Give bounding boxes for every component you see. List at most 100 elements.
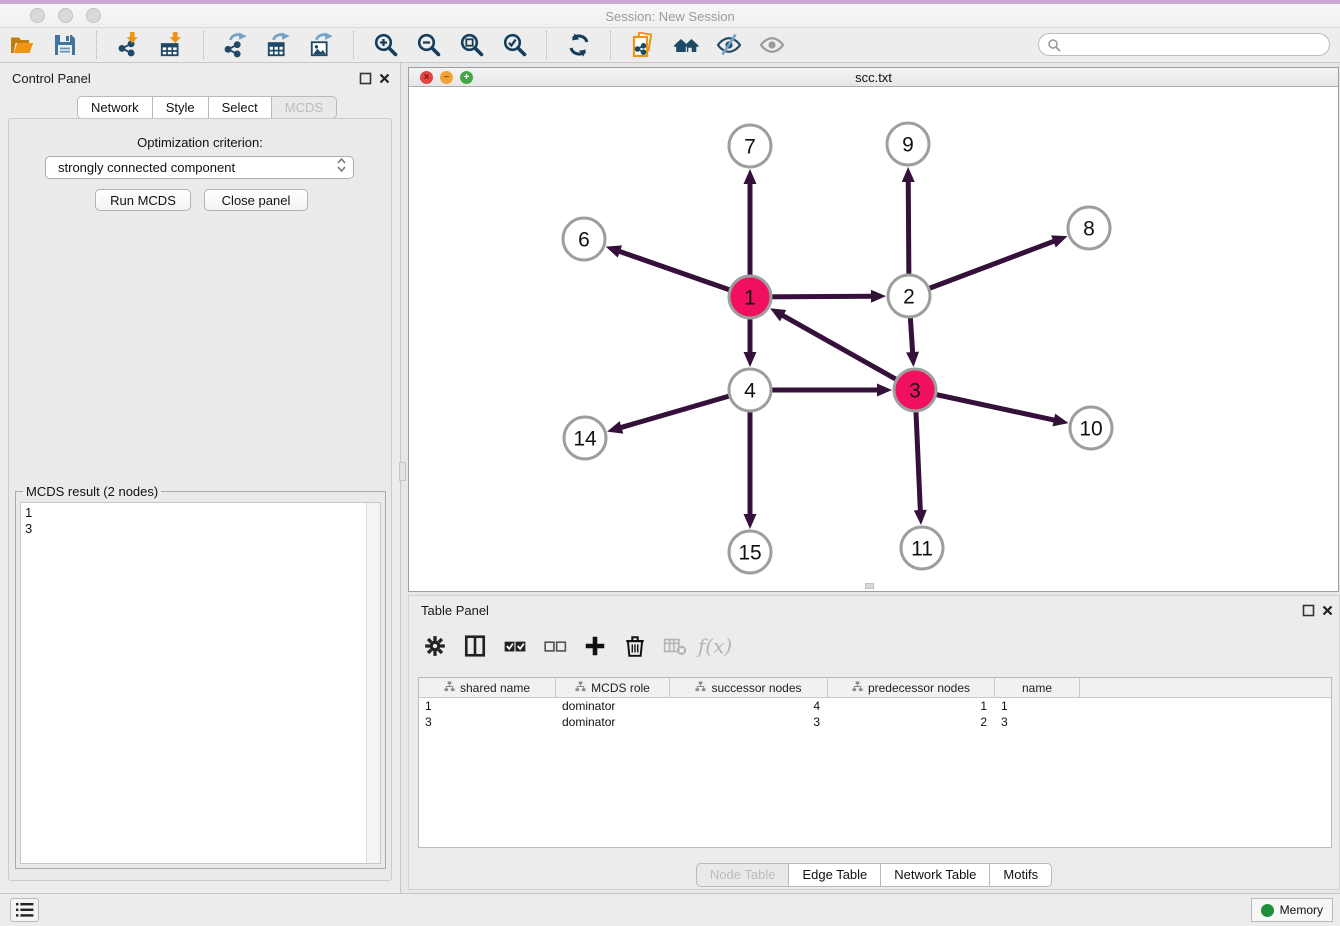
tab-style[interactable]: Style (153, 96, 209, 119)
refresh-view-icon[interactable] (565, 31, 593, 59)
graph-node-10[interactable]: 10 (1070, 407, 1112, 449)
cell-name: 1 (995, 698, 1080, 714)
float-table-panel-icon[interactable] (1302, 604, 1315, 617)
tab-network-table[interactable]: Network Table (881, 863, 990, 887)
memory-button[interactable]: Memory (1251, 898, 1333, 922)
cell-predecessor-nodes: 1 (828, 698, 995, 714)
graph-edge-3-10[interactable] (915, 390, 1069, 426)
graph-node-14[interactable]: 14 (564, 417, 606, 459)
export-table-icon[interactable] (265, 31, 293, 59)
table-panel-title: Table Panel (421, 603, 489, 618)
column-label: MCDS role (591, 681, 650, 695)
add-column-icon[interactable] (581, 632, 609, 660)
tab-node-table[interactable]: Node Table (696, 863, 790, 887)
table-panel: Table Panel f(x) shared name MCDS role suc… (408, 595, 1340, 890)
graph-node-8[interactable]: 8 (1068, 207, 1110, 249)
column-header-name[interactable]: name (995, 678, 1080, 697)
column-header-successor-nodes[interactable]: successor nodes (670, 678, 828, 697)
zoom-out-icon[interactable] (415, 31, 443, 59)
graph-node-4[interactable]: 4 (729, 369, 771, 411)
column-label: predecessor nodes (868, 681, 970, 695)
table-tabs: Node TableEdge TableNetwork TableMotifs (409, 863, 1339, 887)
network-canvas[interactable]: 7 9 6 8 1 2 4 3 14 10 15 11 (409, 87, 1338, 591)
column-header-shared-name[interactable]: shared name (419, 678, 556, 697)
control-panel: Control Panel NetworkStyleSelectMCDS Opt… (0, 63, 401, 893)
tab-motifs[interactable]: Motifs (990, 863, 1052, 887)
save-session-icon[interactable] (51, 31, 79, 59)
import-table-icon[interactable] (158, 31, 186, 59)
panel-splitter-handle[interactable] (399, 462, 406, 481)
graph-node-7[interactable]: 7 (729, 125, 771, 167)
run-mcds-button[interactable]: Run MCDS (95, 189, 191, 211)
criterion-dropdown[interactable]: strongly connected component (45, 156, 354, 179)
graph-node-6[interactable]: 6 (563, 218, 605, 260)
import-network-icon[interactable] (115, 31, 143, 59)
mcds-result-group: MCDS result (2 nodes) 13 (15, 491, 386, 869)
open-file-icon[interactable] (8, 31, 36, 59)
task-history-button[interactable] (10, 898, 39, 922)
hierarchy-icon (575, 681, 586, 695)
tab-mcds[interactable]: MCDS (272, 96, 337, 119)
delete-column-icon[interactable] (621, 632, 649, 660)
svg-text:9: 9 (902, 134, 914, 157)
tab-edge-table[interactable]: Edge Table (789, 863, 881, 887)
select-all-icon[interactable] (501, 632, 529, 660)
graph-edge-2-8[interactable] (909, 235, 1067, 296)
cell-successor-nodes: 4 (670, 698, 828, 714)
export-image-icon[interactable] (308, 31, 336, 59)
close-panel-button[interactable]: Close panel (204, 189, 308, 211)
network-window-titlebar[interactable]: × − + scc.txt (409, 68, 1338, 87)
search-input[interactable] (1061, 35, 1329, 55)
svg-text:1: 1 (744, 287, 756, 310)
search-icon (1047, 38, 1061, 52)
hide-selected-icon[interactable] (715, 31, 743, 59)
table-row[interactable]: 3dominator323 (419, 714, 1331, 730)
window-resize-handle[interactable] (865, 583, 874, 589)
hierarchy-icon (852, 681, 863, 695)
list-icon (16, 902, 34, 918)
control-panel-tabs: NetworkStyleSelectMCDS (77, 96, 337, 117)
graph-node-15[interactable]: 15 (729, 531, 771, 573)
zoom-fit-content-icon[interactable] (458, 31, 486, 59)
show-columns-icon[interactable] (461, 632, 489, 660)
tab-select[interactable]: Select (209, 96, 272, 119)
zoom-in-icon[interactable] (372, 31, 400, 59)
graph-edge-1-6[interactable] (606, 245, 750, 297)
show-all-icon[interactable] (758, 31, 786, 59)
graph-node-9[interactable]: 9 (887, 123, 929, 165)
graph-node-3[interactable]: 3 (894, 369, 936, 411)
table-header-row: shared name MCDS role successor nodes prede… (419, 678, 1331, 698)
cell-successor-nodes: 3 (670, 714, 828, 730)
column-header-MCDS-role[interactable]: MCDS role (556, 678, 670, 697)
first-neighbors-icon[interactable] (672, 31, 700, 59)
zoom-selected-icon[interactable] (501, 31, 529, 59)
mcds-panel: Optimization criterion: strongly connect… (8, 118, 392, 881)
float-panel-icon[interactable] (359, 72, 372, 85)
graph-node-11[interactable]: 11 (901, 527, 943, 569)
mcds-result-textarea[interactable]: 13 (20, 502, 381, 864)
control-panel-title: Control Panel (12, 71, 91, 86)
graph-node-1[interactable]: 1 (729, 276, 771, 318)
deselect-all-icon[interactable] (541, 632, 569, 660)
table-options-gear-icon[interactable] (421, 632, 449, 660)
graph-edge-3-1[interactable] (770, 308, 915, 390)
status-bar: Memory (0, 893, 1340, 926)
cell-MCDS-role: dominator (556, 714, 670, 730)
duplicate-network-icon[interactable] (629, 31, 657, 59)
tab-network[interactable]: Network (77, 96, 153, 119)
close-panel-icon[interactable] (378, 72, 391, 85)
column-header-predecessor-nodes[interactable]: predecessor nodes (828, 678, 995, 697)
criterion-value: strongly connected component (46, 160, 337, 175)
svg-text:2: 2 (903, 286, 915, 309)
graph-node-2[interactable]: 2 (888, 275, 930, 317)
search-field[interactable] (1038, 33, 1330, 56)
cell-shared-name: 3 (419, 714, 556, 730)
table-row[interactable]: 1dominator411 (419, 698, 1331, 714)
combo-stepper-icon (337, 158, 353, 177)
export-network-icon[interactable] (222, 31, 250, 59)
close-table-panel-icon[interactable] (1321, 604, 1334, 617)
cell-shared-name: 1 (419, 698, 556, 714)
mcds-result-line: 1 (25, 505, 364, 521)
result-scrollbar[interactable] (366, 503, 380, 863)
table-toolbar: f(x) (421, 626, 729, 666)
